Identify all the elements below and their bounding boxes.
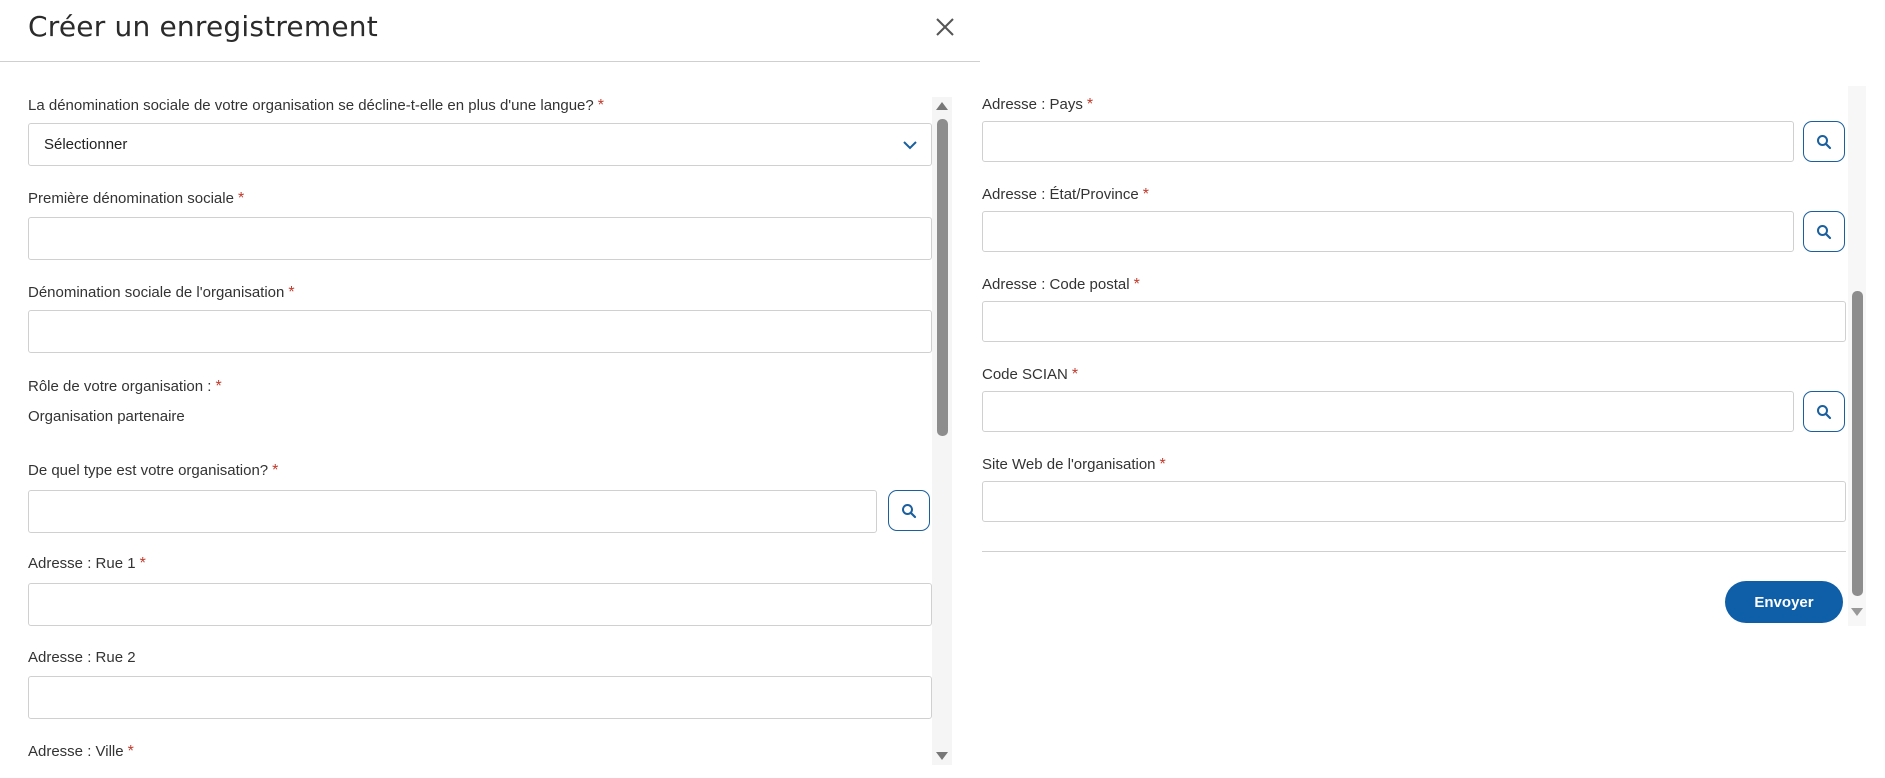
field-label-province: Adresse : État/Province * xyxy=(982,186,1149,204)
field-label-org-role: Rôle de votre organisation : * xyxy=(28,378,222,396)
create-record-dialog: Créer un enregistrement La dénomination … xyxy=(0,0,980,778)
label-text: Adresse : Rue 1 xyxy=(28,555,136,572)
dialog-scrollbar[interactable] xyxy=(932,97,952,765)
field-label-multilingual: La dénomination sociale de votre organis… xyxy=(28,97,604,115)
org-type-lookup-button[interactable] xyxy=(888,490,930,531)
country-lookup-button[interactable] xyxy=(1803,121,1845,162)
field-label-org-type: De quel type est votre organisation? * xyxy=(28,462,278,480)
label-text: Adresse : Rue 2 xyxy=(28,649,136,666)
label-text: Adresse : Code postal xyxy=(982,276,1130,293)
org-type-input[interactable] xyxy=(28,490,877,533)
label-text: Première dénomination sociale xyxy=(28,190,234,207)
dialog-title: Créer un enregistrement xyxy=(28,10,378,43)
field-label-naics-code: Code SCIAN * xyxy=(982,366,1078,384)
dialog-header: Créer un enregistrement xyxy=(0,0,980,62)
required-marker: * xyxy=(272,462,279,479)
scroll-down-arrow-icon[interactable] xyxy=(936,752,948,760)
required-marker: * xyxy=(1133,276,1140,293)
street2-input[interactable] xyxy=(28,676,932,719)
required-marker: * xyxy=(1142,186,1149,203)
province-input[interactable] xyxy=(982,211,1794,252)
website-input[interactable] xyxy=(982,481,1846,522)
naics-lookup-button[interactable] xyxy=(1803,391,1845,432)
select-value: Sélectionner xyxy=(44,136,128,153)
field-label-website: Site Web de l'organisation * xyxy=(982,456,1166,474)
label-text: Adresse : État/Province xyxy=(982,186,1139,203)
required-marker: * xyxy=(1159,456,1166,473)
required-marker: * xyxy=(1071,366,1079,383)
org-role-value: Organisation partenaire xyxy=(28,408,185,425)
search-icon xyxy=(1817,134,1832,149)
close-icon xyxy=(936,18,954,36)
label-text: Dénomination sociale de l'organisation xyxy=(28,284,285,301)
label-text: Code SCIAN xyxy=(982,366,1068,383)
chevron-down-icon xyxy=(903,141,917,150)
close-button[interactable] xyxy=(930,12,960,42)
required-marker: * xyxy=(597,97,604,114)
search-icon xyxy=(1817,404,1832,419)
field-label-city: Adresse : Ville * xyxy=(28,743,134,761)
scroll-down-arrow-icon[interactable] xyxy=(1851,608,1863,616)
required-marker: * xyxy=(237,190,245,207)
submit-button[interactable]: Envoyer xyxy=(1725,581,1843,623)
country-input[interactable] xyxy=(982,121,1794,162)
field-label-postal-code: Adresse : Code postal * xyxy=(982,276,1140,294)
field-label-first-legal-name: Première dénomination sociale * xyxy=(28,190,244,208)
scroll-up-arrow-icon[interactable] xyxy=(936,102,948,110)
search-icon xyxy=(902,503,917,518)
footer-divider xyxy=(982,551,1846,552)
naics-code-input[interactable] xyxy=(982,391,1794,432)
field-label-street1: Adresse : Rue 1 * xyxy=(28,555,146,573)
required-marker: * xyxy=(127,743,134,760)
field-label-org-legal-name: Dénomination sociale de l'organisation * xyxy=(28,284,295,302)
label-text: Adresse : Ville xyxy=(28,743,124,760)
field-label-street2: Adresse : Rue 2 xyxy=(28,649,140,667)
postal-code-input[interactable] xyxy=(982,301,1846,342)
panel-scrollbar[interactable] xyxy=(1848,86,1866,626)
province-lookup-button[interactable] xyxy=(1803,211,1845,252)
label-text: Adresse : Pays xyxy=(982,96,1083,113)
label-text: Rôle de votre organisation : xyxy=(28,378,212,395)
scroll-thumb[interactable] xyxy=(1852,291,1863,596)
label-text: De quel type est votre organisation? xyxy=(28,462,269,479)
label-text: La dénomination sociale de votre organis… xyxy=(28,97,594,114)
scroll-thumb[interactable] xyxy=(937,119,948,436)
search-icon xyxy=(1817,224,1832,239)
dialog-body: La dénomination sociale de votre organis… xyxy=(0,62,980,778)
required-marker: * xyxy=(288,284,295,301)
required-marker: * xyxy=(215,378,222,395)
field-label-country: Adresse : Pays * xyxy=(982,96,1093,114)
first-legal-name-input[interactable] xyxy=(28,217,932,260)
street1-input[interactable] xyxy=(28,583,932,626)
multilingual-select[interactable]: Sélectionner xyxy=(28,123,932,166)
required-marker: * xyxy=(139,555,146,572)
form-continuation-panel: Adresse : Pays * Adresse : État/Province *… xyxy=(980,86,1885,626)
org-legal-name-input[interactable] xyxy=(28,310,932,353)
required-marker: * xyxy=(1086,96,1094,113)
label-text: Site Web de l'organisation xyxy=(982,456,1156,473)
